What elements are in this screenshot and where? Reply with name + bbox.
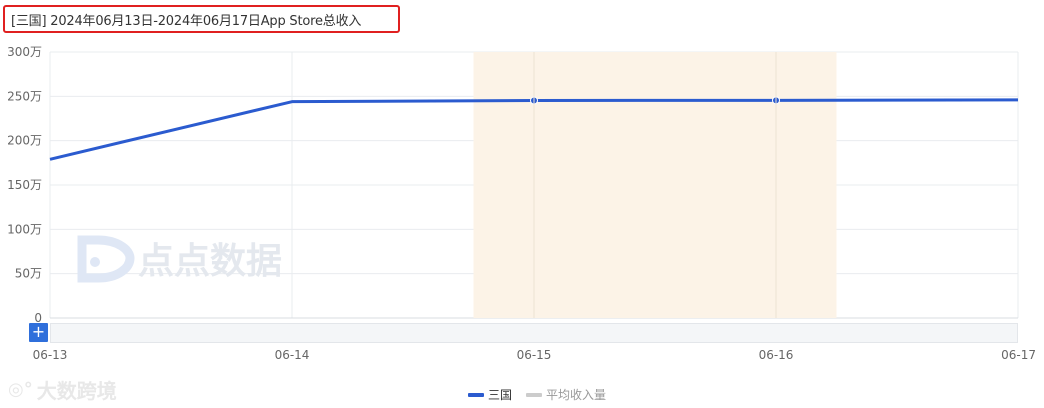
y-tick-label: 250万 bbox=[7, 89, 42, 103]
x-axis: 06-13 06-14 06-15 06-16 06-17 bbox=[33, 348, 1036, 362]
y-tick-label: 200万 bbox=[7, 134, 42, 148]
zoom-slider-track[interactable] bbox=[50, 323, 1018, 343]
legend-swatch-series bbox=[467, 392, 484, 397]
x-tick-label: 06-15 bbox=[517, 348, 552, 362]
legend: 三国 平均收入量 bbox=[0, 386, 1044, 403]
line-chart: 点点数据 050万100万150万200万250万300万 06-13 06-14… bbox=[7, 45, 1036, 362]
watermark-d-icon bbox=[77, 235, 135, 283]
x-tick-label: 06-13 bbox=[33, 348, 68, 362]
x-tick-label: 06-16 bbox=[759, 348, 794, 362]
legend-label-series: 三国 bbox=[487, 388, 512, 402]
watermark-logo: 点点数据 bbox=[77, 235, 282, 283]
watermark-center-text: 点点数据 bbox=[138, 241, 282, 282]
wechat-icon: ◎° bbox=[8, 379, 33, 400]
x-tick-label: 06-17 bbox=[1001, 348, 1036, 362]
highlight-band bbox=[473, 52, 837, 318]
legend-item-series[interactable]: 三国 bbox=[467, 386, 512, 403]
plus-icon: + bbox=[31, 322, 46, 341]
zoom-plus-button[interactable]: + bbox=[29, 323, 48, 342]
footer-watermark-text: 大数跨境 bbox=[36, 379, 117, 403]
y-tick-label: 50万 bbox=[15, 267, 42, 281]
y-tick-label: 150万 bbox=[7, 178, 42, 192]
y-tick-label: 300万 bbox=[7, 45, 42, 59]
y-tick-label: 100万 bbox=[7, 222, 42, 236]
legend-label-average: 平均收入量 bbox=[546, 388, 607, 402]
y-axis: 050万100万150万200万250万300万 bbox=[7, 45, 42, 325]
legend-swatch-average bbox=[526, 392, 542, 397]
x-tick-label: 06-14 bbox=[275, 348, 310, 362]
footer-watermark: ◎° 大数跨境 bbox=[8, 375, 117, 404]
legend-item-average[interactable]: 平均收入量 bbox=[526, 386, 606, 403]
